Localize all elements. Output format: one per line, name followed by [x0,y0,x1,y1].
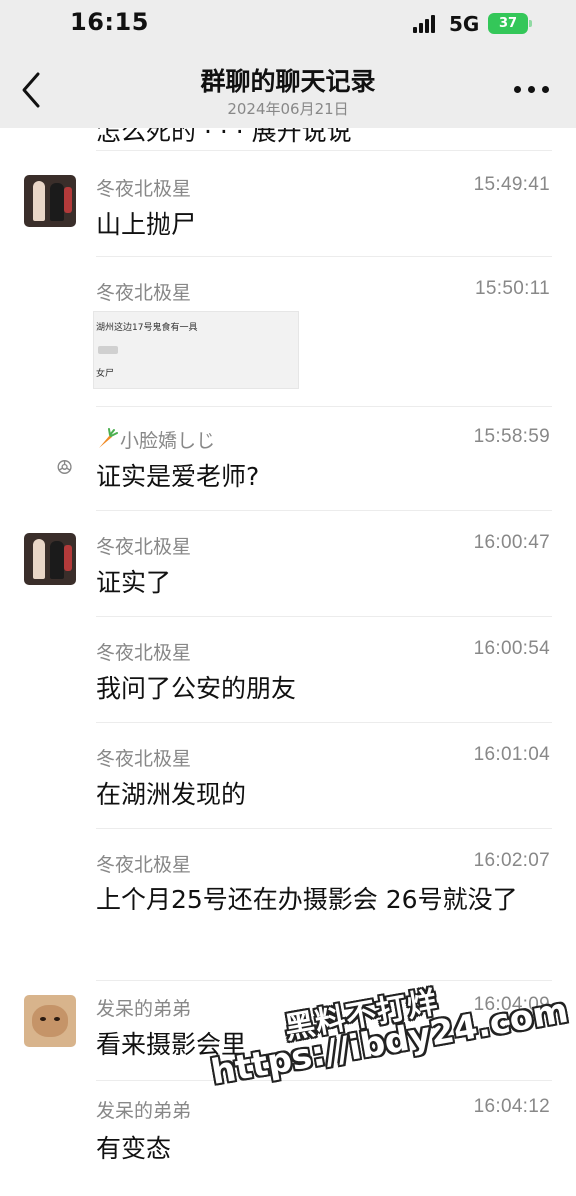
avatar[interactable] [24,175,76,227]
more-options-button[interactable] [512,84,552,96]
list-item[interactable]: 发呆的弟弟 16:04:09 看来摄影会里 [0,980,576,1080]
divider [96,150,552,151]
list-item[interactable]: 发呆的弟弟 16:04:12 有变态 [0,1080,576,1196]
message-text: 有变态 [96,1134,172,1163]
message-time: 16:01:04 [473,744,550,765]
divider [96,510,552,511]
sender-name: 冬夜北极星 [96,536,192,558]
sender-name: 冬夜北极星 [96,854,192,876]
message-time: 15:49:41 [473,174,550,195]
signal-icon [413,15,435,33]
image-text-line: 女尸 [96,369,115,379]
list-item[interactable]: 冬夜北极星 16:01:04 在湖洲发现的 [0,722,576,828]
message-time: 16:00:47 [473,532,550,553]
divider [96,256,552,257]
sender-name-text: 小脸嬌しじ [120,430,216,452]
list-item[interactable]: ꔮ 小脸嬌しじ 15:58:59 证实是爱老师? [0,406,576,510]
divider [96,980,552,981]
message-time: 15:58:59 [473,426,550,447]
more-dot-icon [514,86,521,93]
message-text: 我问了公安的朋友 [96,674,297,703]
message-text: 上个月25号还在办摄影会 26号就没了 [96,885,518,914]
list-item[interactable]: 冬夜北极星 15:49:41 山上抛尸 [0,150,576,256]
chat-history-list[interactable]: 怎么死的 · · · 展开说说 冬夜北极星 15:49:41 山上抛尸 冬夜北极… [0,128,576,1196]
bunny-avatar-icon[interactable]: ꔮ [56,456,73,481]
list-item[interactable]: 冬夜北极星 16:00:47 证实了 [0,510,576,616]
battery-icon: 37 [488,13,532,34]
sender-name: 冬夜北极星 [96,642,192,664]
message-time: 16:02:07 [473,850,550,871]
divider [96,828,552,829]
sender-name: 发呆的弟弟 [96,998,192,1020]
sender-name: 冬夜北极星 [96,178,192,200]
message-text: 山上抛尸 [96,210,197,239]
image-message[interactable]: 湖州这边17号鬼食有一具 女尸 [93,311,299,389]
divider [96,1080,552,1081]
list-item[interactable]: 冬夜北极星 16:00:54 我问了公安的朋友 [0,616,576,722]
status-bar: 16:15 5G 37 [0,0,576,48]
page-title: 群聊的聊天记录 [200,67,376,96]
divider [96,616,552,617]
nav-bar: 群聊的聊天记录 2024年06月21日 [0,48,576,128]
more-dot-icon [528,86,535,93]
message-time: 16:00:54 [473,638,550,659]
image-text-line: 湖州这边17号鬼食有一具 [96,323,198,333]
network-label: 5G [449,12,480,36]
message-time: 16:04:12 [473,1096,550,1117]
list-item[interactable]: 冬夜北极星 16:02:07 上个月25号还在办摄影会 26号就没了 [0,828,576,980]
sender-name: 发呆的弟弟 [96,1100,192,1122]
message-text: 证实是爱老师? [96,462,260,491]
message-time: 16:04:09 [473,994,550,1015]
sender-name: 冬夜北极星 [96,282,192,304]
avatar[interactable] [24,533,76,585]
carrot-icon [99,428,118,448]
divider [96,722,552,723]
page-subtitle-date: 2024年06月21日 [227,100,349,118]
status-time: 16:15 [70,8,149,36]
divider [96,406,552,407]
message-text: 证实了 [96,568,172,597]
image-blurred-text [98,346,118,354]
message-text: 在湖洲发现的 [96,780,247,809]
sender-name: 小脸嬌しじ [96,426,215,453]
avatar[interactable] [24,995,76,1047]
partial-message-text: 怎么死的 · · · 展开说说 [96,128,352,146]
list-item[interactable]: 冬夜北极星 15:50:11 湖州这边17号鬼食有一具 女尸 [0,256,576,406]
message-text: 看来摄影会里 [96,1030,247,1059]
sender-name: 冬夜北极星 [96,748,192,770]
message-time: 15:50:11 [475,278,550,299]
more-dot-icon [542,86,549,93]
